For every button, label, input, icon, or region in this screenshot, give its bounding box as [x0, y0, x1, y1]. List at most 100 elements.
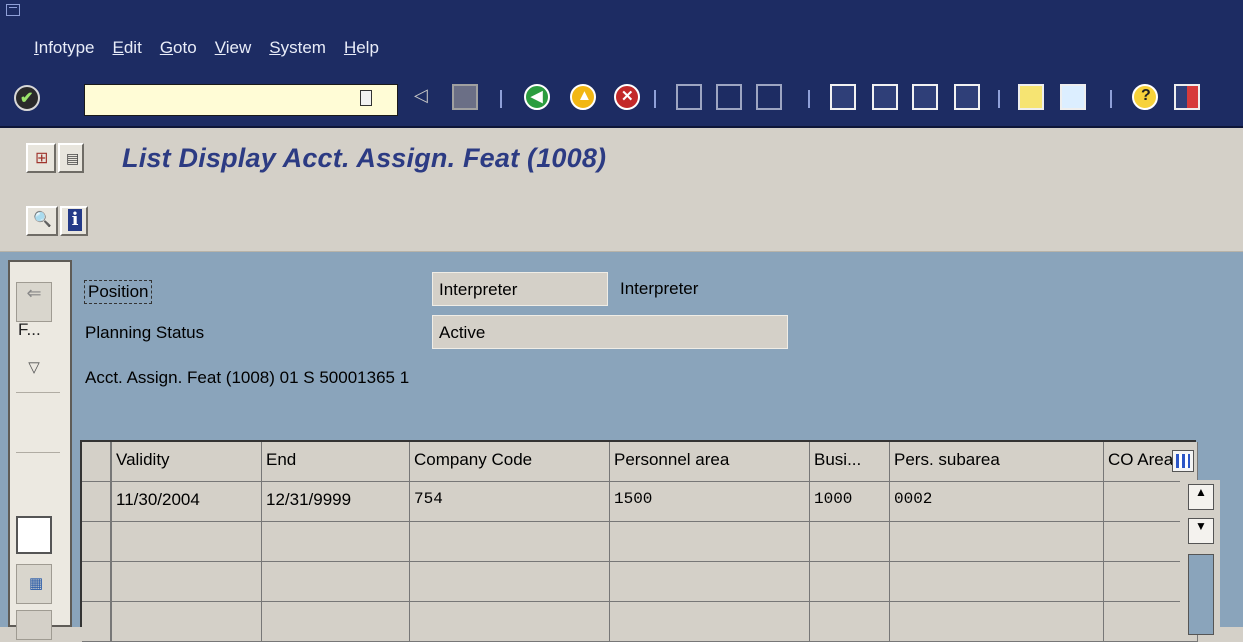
menu-edit[interactable]: Edit: [113, 38, 142, 58]
row-selector[interactable]: [82, 562, 112, 602]
layout-icon[interactable]: [1174, 84, 1200, 110]
position-label: Position: [84, 280, 153, 304]
panel-icon[interactable]: [16, 516, 52, 554]
enter-icon[interactable]: [14, 85, 40, 111]
menu-system[interactable]: System: [269, 38, 326, 58]
menu-view[interactable]: View: [215, 38, 252, 58]
last-page-icon[interactable]: [954, 84, 980, 110]
find-icon[interactable]: [716, 84, 742, 110]
details-icon[interactable]: [58, 143, 84, 173]
col-header-business-area[interactable]: Busi...: [810, 442, 890, 482]
system-menu-icon[interactable]: [6, 4, 20, 16]
menu-bar: Infotype Edit Goto View System Help: [0, 0, 1243, 70]
cell-pers-subarea[interactable]: [890, 522, 1104, 562]
scroll-down-icon[interactable]: ▼: [1188, 518, 1214, 544]
col-header-company-code[interactable]: Company Code: [410, 442, 610, 482]
cancel-icon[interactable]: [614, 84, 640, 110]
cell-pers-subarea[interactable]: 0002: [890, 482, 1104, 522]
table-config-icon[interactable]: [1172, 450, 1194, 472]
col-header-pers-subarea[interactable]: Pers. subarea: [890, 442, 1104, 482]
toolbar-separator: [1110, 90, 1112, 108]
scroll-up-icon[interactable]: ▲: [1188, 484, 1214, 510]
cell-company-code[interactable]: [410, 562, 610, 602]
cell-personnel-area[interactable]: [610, 522, 810, 562]
first-page-icon[interactable]: [830, 84, 856, 110]
toolbar-separator: [654, 90, 656, 108]
nav-divider: [16, 392, 60, 393]
grid-icon[interactable]: [16, 564, 52, 604]
row-selector[interactable]: [82, 522, 112, 562]
system-toolbar: [0, 70, 1243, 128]
cell-pers-subarea[interactable]: [890, 602, 1104, 642]
cell-validity[interactable]: 11/30/2004: [112, 482, 262, 522]
cell-company-code[interactable]: [410, 522, 610, 562]
new-session-icon[interactable]: [1018, 84, 1044, 110]
info-icon[interactable]: [60, 206, 88, 236]
table-row: 11/30/2004 12/31/9999 754 1500 1000 0002: [82, 482, 1198, 522]
menu-goto[interactable]: Goto: [160, 38, 197, 58]
table-row: [82, 562, 1198, 602]
nav-bottom-icon[interactable]: [16, 610, 52, 640]
col-header-personnel-area[interactable]: Personnel area: [610, 442, 810, 482]
object-key-line: Acct. Assign. Feat (1008) 01 S 50001365 …: [85, 368, 410, 387]
nav-back-icon[interactable]: ⇐: [16, 282, 52, 322]
planning-status-label: Planning Status: [85, 323, 205, 342]
cell-business-area[interactable]: [810, 562, 890, 602]
table-vertical-scrollbar[interactable]: ▲ ▼: [1180, 480, 1220, 635]
menu-help[interactable]: Help: [344, 38, 379, 58]
table-control: Validity End Company Code Personnel area…: [80, 440, 1198, 642]
table-row: [82, 602, 1198, 642]
save-icon[interactable]: [452, 84, 478, 110]
shortcut-icon[interactable]: [1060, 84, 1086, 110]
cell-company-code[interactable]: 754: [410, 482, 610, 522]
main-area: ⇐ F... ▽ Position Interpreter Interprete…: [0, 252, 1243, 642]
col-header-validity[interactable]: Validity: [112, 442, 262, 482]
green-back-icon[interactable]: [524, 84, 550, 110]
command-field[interactable]: [84, 84, 398, 116]
next-page-icon[interactable]: [912, 84, 938, 110]
back-icon[interactable]: [410, 84, 436, 110]
scroll-track[interactable]: [1188, 554, 1214, 635]
cell-business-area[interactable]: 1000: [810, 482, 890, 522]
exit-icon[interactable]: [570, 84, 596, 110]
cell-validity[interactable]: [112, 602, 262, 642]
toolbar-separator: [808, 90, 810, 108]
table-row: [82, 522, 1198, 562]
select-all-cell[interactable]: [82, 442, 112, 482]
toolbar-separator: [998, 90, 1000, 108]
nav-f-label[interactable]: F...: [18, 320, 54, 360]
col-header-end[interactable]: End: [262, 442, 410, 482]
toolbar-separator: [500, 90, 502, 108]
nav-divider: [16, 452, 60, 453]
row-selector[interactable]: [82, 602, 112, 642]
cell-personnel-area[interactable]: 1500: [610, 482, 810, 522]
cell-end[interactable]: [262, 562, 410, 602]
planning-status-field[interactable]: Active: [432, 315, 788, 349]
overview-icon[interactable]: [26, 143, 56, 173]
table-header: Validity End Company Code Personnel area…: [82, 442, 1198, 482]
cell-validity[interactable]: [112, 522, 262, 562]
row-selector[interactable]: [82, 482, 112, 522]
cell-business-area[interactable]: [810, 522, 890, 562]
position-description: Interpreter: [620, 279, 699, 298]
cell-end[interactable]: 12/31/9999: [262, 482, 410, 522]
cell-personnel-area[interactable]: [610, 602, 810, 642]
nav-down-icon[interactable]: ▽: [16, 358, 52, 394]
cell-business-area[interactable]: [810, 602, 890, 642]
application-toolbar: [0, 188, 1243, 252]
print-icon[interactable]: [676, 84, 702, 110]
cell-pers-subarea[interactable]: [890, 562, 1104, 602]
help-icon[interactable]: [1132, 84, 1158, 110]
position-field[interactable]: Interpreter: [432, 272, 608, 306]
cell-end[interactable]: [262, 522, 410, 562]
cell-personnel-area[interactable]: [610, 562, 810, 602]
find-next-icon[interactable]: [756, 84, 782, 110]
cell-end[interactable]: [262, 602, 410, 642]
menu-infotype[interactable]: Infotype: [34, 38, 95, 58]
cell-validity[interactable]: [112, 562, 262, 602]
prev-page-icon[interactable]: [872, 84, 898, 110]
page-title: List Display Acct. Assign. Feat (1008): [122, 143, 607, 173]
display-icon[interactable]: [26, 206, 58, 236]
command-history-icon[interactable]: [360, 90, 372, 106]
cell-company-code[interactable]: [410, 602, 610, 642]
